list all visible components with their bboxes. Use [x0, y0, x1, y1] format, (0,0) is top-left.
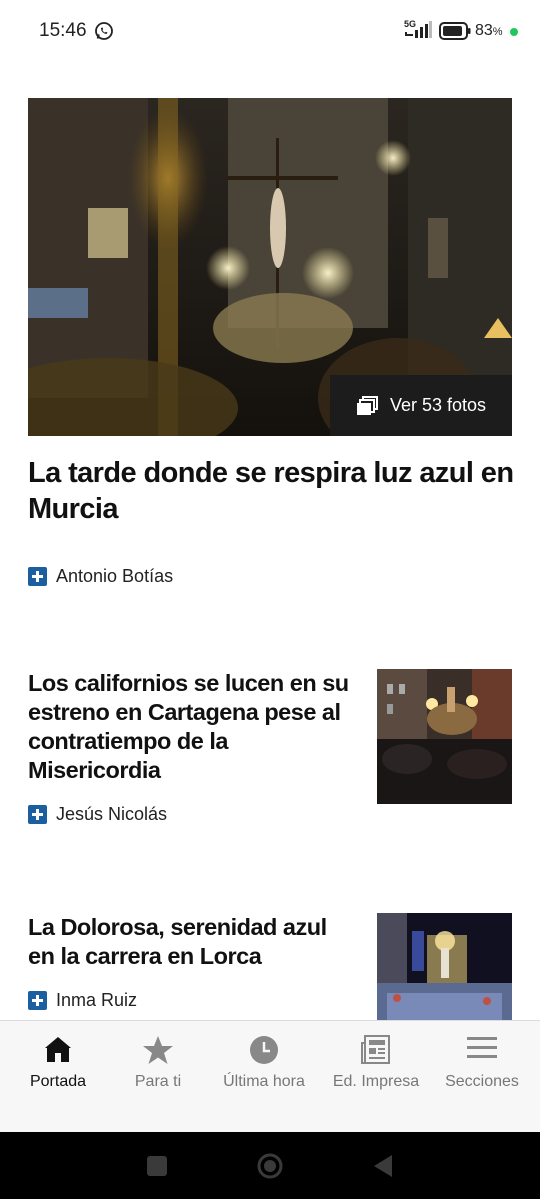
nav-ed-impresa[interactable]: Ed. Impresa: [322, 1021, 430, 1133]
battery-percent: 83%: [475, 22, 503, 39]
battery-icon: [439, 22, 471, 40]
newspaper-icon: [361, 1035, 390, 1064]
nav-label: Portada: [29, 1073, 87, 1090]
plus-icon: [28, 991, 47, 1010]
article-title[interactable]: Los californios se lucen en su estreno e…: [28, 669, 358, 785]
view-photos-label: Ver 53 fotos: [389, 395, 487, 415]
nav-label: Para ti: [134, 1073, 182, 1090]
author-name: Jesús Nicolás: [56, 804, 168, 824]
author-name: Antonio Botías: [56, 566, 174, 586]
signal-indicator: 5G: [403, 19, 433, 45]
home-button-icon[interactable]: [256, 1152, 284, 1180]
hero-image[interactable]: Ver 53 fotos: [28, 98, 512, 436]
article-thumbnail[interactable]: [377, 913, 512, 1020]
hero-author[interactable]: Antonio Botías: [28, 566, 173, 587]
status-time: 15:46: [39, 20, 87, 41]
network-type: 5G: [404, 19, 417, 29]
gallery-icon: [356, 395, 378, 415]
plus-icon: [28, 805, 47, 824]
article-author[interactable]: Jesús Nicolás: [28, 804, 167, 825]
nav-label: Última hora: [223, 1073, 305, 1090]
nav-portada[interactable]: Portada: [4, 1021, 112, 1133]
battery-status-dot: [510, 28, 518, 36]
back-button-icon[interactable]: [372, 1154, 394, 1178]
nav-label: Secciones: [445, 1073, 519, 1090]
hero-headline[interactable]: La tarde donde se respira luz azul en Mu…: [28, 455, 518, 527]
nav-label: Ed. Impresa: [332, 1073, 420, 1090]
article-title[interactable]: La Dolorosa, serenidad azul en la carrer…: [28, 913, 358, 971]
article-thumbnail[interactable]: [377, 669, 512, 804]
article-photo: [377, 913, 512, 1020]
clock-icon: [250, 1036, 278, 1064]
article-author[interactable]: Inma Ruiz: [28, 990, 137, 1011]
home-icon: [45, 1037, 71, 1062]
nav-ultima-hora[interactable]: Última hora: [210, 1021, 318, 1133]
star-icon: [143, 1036, 173, 1064]
view-photos-button[interactable]: Ver 53 fotos: [330, 375, 512, 436]
system-navigation-bar: [0, 1132, 540, 1199]
author-name: Inma Ruiz: [56, 990, 138, 1010]
nav-secciones[interactable]: Secciones: [428, 1021, 536, 1133]
recents-button-icon[interactable]: [146, 1155, 168, 1177]
bottom-navigation: Portada Para ti Última hora Ed. Impresa: [0, 1020, 540, 1132]
menu-icon: [467, 1037, 497, 1058]
status-bar: 15:46 5G 83%: [0, 0, 540, 64]
nav-para-ti[interactable]: Para ti: [104, 1021, 212, 1133]
plus-icon: [28, 567, 47, 586]
whatsapp-icon: [95, 22, 113, 40]
article-photo: [377, 669, 512, 804]
